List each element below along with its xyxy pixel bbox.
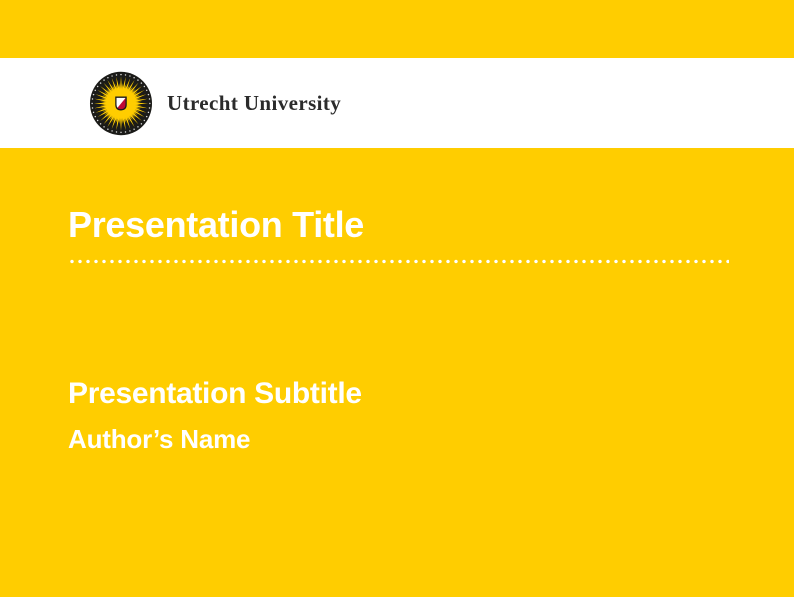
utrecht-university-logo: Utrecht University: [89, 58, 341, 148]
utrecht-shield-icon: [116, 97, 126, 111]
university-wordmark: Utrecht University: [167, 91, 341, 116]
logo-header-band: Utrecht University: [0, 58, 794, 148]
author-name: Author’s Name: [68, 426, 250, 452]
top-accent-band: [0, 0, 794, 58]
presentation-slide: Utrecht University Presentation Title Pr…: [0, 0, 794, 597]
presentation-title: Presentation Title: [68, 207, 364, 243]
dotted-divider: [68, 259, 729, 264]
presentation-subtitle: Presentation Subtitle: [68, 379, 362, 409]
uu-sun-seal-icon: [89, 71, 153, 136]
